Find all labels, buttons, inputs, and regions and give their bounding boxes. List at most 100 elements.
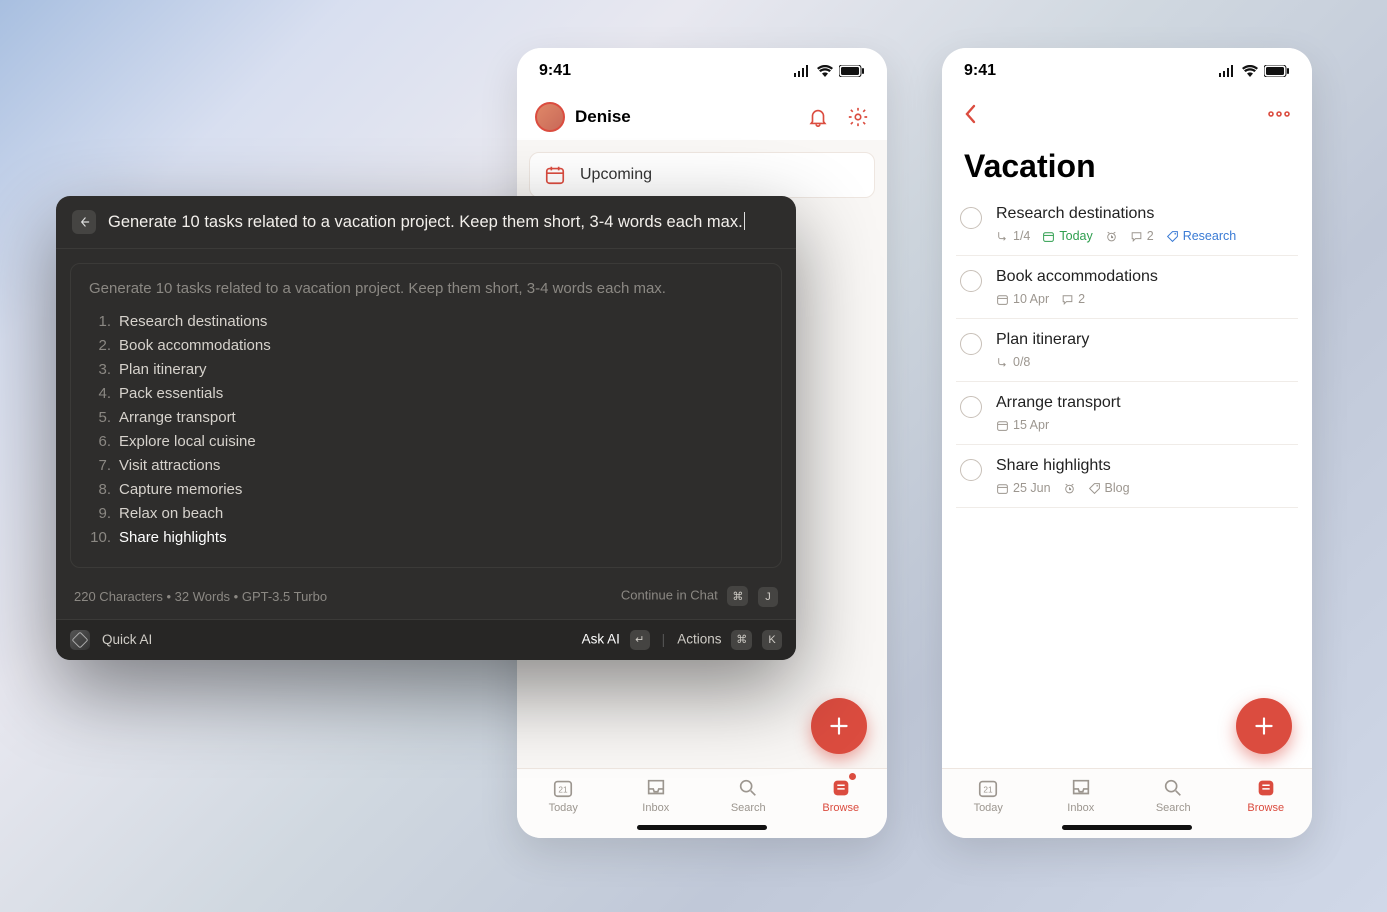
wifi-icon [1242, 65, 1258, 77]
tab-search[interactable]: Search [718, 777, 778, 814]
tab-today-label: Today [974, 802, 1003, 814]
tab-browse-label: Browse [1247, 802, 1284, 814]
list-number: 9. [89, 505, 111, 522]
task-comments: 2 [1130, 229, 1154, 243]
palette-item[interactable]: 2.Book accommodations [89, 333, 763, 357]
actions-label: Actions [677, 631, 721, 646]
cellular-icon [793, 65, 811, 77]
inbox-icon [1070, 777, 1092, 799]
comment-icon [1130, 230, 1143, 243]
tab-browse-label: Browse [822, 802, 859, 814]
continue-in-chat[interactable]: Continue in Chat ⌘ J [621, 586, 778, 607]
task-checkbox[interactable] [960, 333, 982, 355]
list-number: 2. [89, 337, 111, 354]
status-bar: 9:41 [517, 48, 887, 94]
home-indicator [637, 825, 767, 830]
task-tag: Blog [1088, 481, 1130, 495]
actions-button[interactable]: Actions ⌘ K [677, 630, 782, 651]
task-row[interactable]: Book accommodations 10 Apr2 [956, 256, 1298, 319]
continue-label: Continue in Chat [621, 588, 718, 603]
task-checkbox[interactable] [960, 396, 982, 418]
palette-input[interactable]: Generate 10 tasks related to a vacation … [108, 212, 780, 232]
list-text: Share highlights [119, 529, 227, 546]
task-alarm [1105, 230, 1118, 243]
palette-back-button[interactable] [72, 210, 96, 234]
tab-browse[interactable]: Browse [1236, 777, 1296, 814]
task-checkbox[interactable] [960, 270, 982, 292]
list-number: 8. [89, 481, 111, 498]
task-row[interactable]: Plan itinerary 0/8 [956, 319, 1298, 382]
status-time: 9:41 [964, 62, 996, 80]
palette-item[interactable]: 10.Share highlights [89, 525, 763, 549]
tab-browse[interactable]: Browse [811, 777, 871, 814]
subtask-icon [996, 356, 1009, 369]
palette-item[interactable]: 7.Visit attractions [89, 453, 763, 477]
gear-icon[interactable] [847, 106, 869, 128]
task-date: 15 Apr [996, 418, 1049, 432]
palette-item[interactable]: 3.Plan itinerary [89, 357, 763, 381]
task-row[interactable]: Research destinations 1/4Today2Research [956, 193, 1298, 256]
task-subtask: 1/4 [996, 229, 1030, 243]
task-title: Arrange transport [996, 394, 1294, 412]
ask-ai-button[interactable]: Ask AI ↵ [582, 630, 650, 650]
key-k: K [762, 630, 782, 650]
status-time: 9:41 [539, 62, 571, 80]
list-text: Relax on beach [119, 505, 223, 522]
task-checkbox[interactable] [960, 207, 982, 229]
fab-add[interactable] [1236, 698, 1292, 754]
task-date: Today [1042, 229, 1092, 243]
palette-footer: Quick AI Ask AI ↵ | Actions ⌘ K [56, 619, 796, 661]
task-subtask: 0/8 [996, 355, 1030, 369]
home-indicator [1062, 825, 1192, 830]
today-icon: 21 [977, 777, 999, 799]
tab-today[interactable]: 21 Today [958, 777, 1018, 814]
palette-result-box: Generate 10 tasks related to a vacation … [70, 263, 782, 568]
tab-inbox-label: Inbox [1067, 802, 1094, 814]
palette-meta: 220 Characters • 32 Words • GPT-3.5 Turb… [74, 589, 327, 604]
comment-icon [1061, 293, 1074, 306]
bell-icon[interactable] [807, 106, 829, 128]
palette-item[interactable]: 9. Relax on beach [89, 501, 763, 525]
task-meta: 25 JunBlog [996, 481, 1294, 495]
search-icon [737, 777, 759, 799]
task-alarm [1063, 482, 1076, 495]
svg-text:21: 21 [984, 786, 994, 795]
calendar-icon [544, 164, 566, 186]
palette-input-text: Generate 10 tasks related to a vacation … [108, 213, 743, 231]
tab-inbox[interactable]: Inbox [626, 777, 686, 814]
home-header: Denise [517, 94, 887, 140]
more-icon[interactable] [1268, 111, 1290, 117]
palette-item[interactable]: 5.Arrange transport [89, 405, 763, 429]
palette-meta-row: 220 Characters • 32 Words • GPT-3.5 Turb… [56, 576, 796, 619]
tab-search[interactable]: Search [1143, 777, 1203, 814]
task-meta: 15 Apr [996, 418, 1294, 432]
tab-inbox[interactable]: Inbox [1051, 777, 1111, 814]
palette-item[interactable]: 8.Capture memories [89, 477, 763, 501]
task-row[interactable]: Share highlights 25 JunBlog [956, 445, 1298, 508]
task-title: Research destinations [996, 205, 1294, 223]
list-number: 7. [89, 457, 111, 474]
tag-icon [1088, 482, 1101, 495]
task-row[interactable]: Arrange transport 15 Apr [956, 382, 1298, 445]
list-number: 3. [89, 361, 111, 378]
calendar-mini-icon [996, 419, 1009, 432]
user-name: Denise [575, 107, 631, 127]
palette-item[interactable]: 4.Pack essentials [89, 381, 763, 405]
list-number: 6. [89, 433, 111, 450]
palette-item[interactable]: 1.Research destinations [89, 309, 763, 333]
task-checkbox[interactable] [960, 459, 982, 481]
plus-icon [1251, 713, 1277, 739]
battery-icon [1264, 65, 1290, 77]
user-chip[interactable]: Denise [535, 102, 631, 132]
quick-ai-label: Quick AI [102, 632, 152, 647]
palette-item[interactable]: 6.Explore local cuisine [89, 429, 763, 453]
tab-bar: 21 Today Inbox Search Browse [517, 768, 887, 838]
tab-today[interactable]: 21 Today [533, 777, 593, 814]
back-icon[interactable] [964, 103, 978, 125]
today-icon: 21 [552, 777, 574, 799]
key-j: J [758, 587, 778, 607]
inbox-icon [645, 777, 667, 799]
ai-command-palette: Generate 10 tasks related to a vacation … [56, 196, 796, 660]
upcoming-card[interactable]: Upcoming [529, 152, 875, 198]
fab-add[interactable] [811, 698, 867, 754]
